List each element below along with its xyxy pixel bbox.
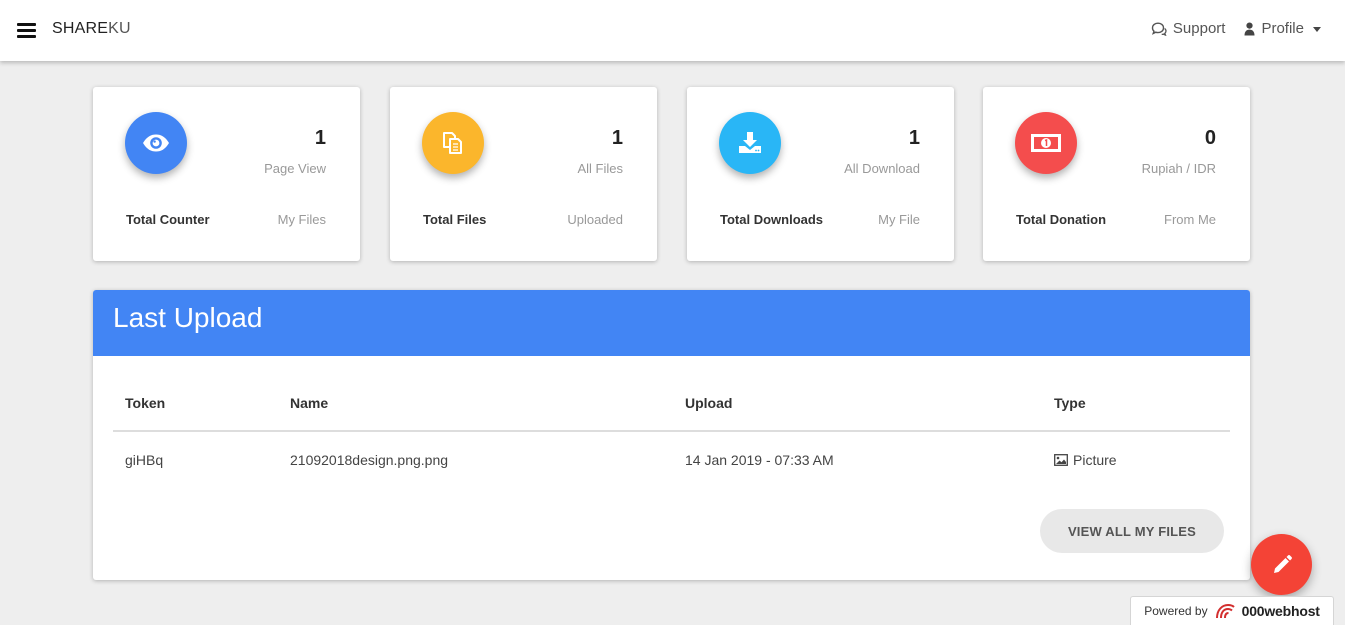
card-value: 1: [611, 127, 623, 149]
card-icon-circle: [125, 112, 187, 174]
top-navbar: SHAREKU Support Profile: [0, 0, 1345, 61]
card-sublabel: All Download: [844, 161, 920, 176]
column-header-upload: Upload: [685, 395, 733, 411]
card-title: Total Files: [423, 212, 487, 227]
cell-name: 21092018design.png.png: [290, 452, 449, 468]
card-note: Uploaded: [567, 212, 623, 227]
chevron-down-icon: [1313, 26, 1321, 32]
support-link[interactable]: Support: [1151, 20, 1226, 37]
host-name: 000webhost: [1241, 603, 1320, 619]
card-sublabel: Rupiah / IDR: [1141, 161, 1216, 176]
support-label: Support: [1172, 20, 1226, 37]
card-sublabel: Page View: [264, 161, 326, 176]
card-note: My File: [878, 212, 920, 227]
card-sublabel: All Files: [577, 161, 623, 176]
view-all-files-button[interactable]: VIEW ALL MY FILES: [1040, 509, 1224, 553]
stat-card-downloads: 1 All Download Total Downloads My File: [687, 87, 954, 261]
stat-card-counter: 1 Page View Total Counter My Files: [93, 87, 360, 261]
brand-part2: KU: [108, 20, 131, 37]
cell-token: giHBq: [125, 452, 164, 468]
powered-by-badge[interactable]: Powered by 000webhost: [1130, 596, 1334, 625]
brand-part1: SHARE: [52, 20, 109, 37]
powered-by-label: Powered by: [1144, 604, 1208, 618]
column-header-token: Token: [125, 395, 166, 411]
user-icon: [1244, 22, 1255, 35]
cell-type: Picture: [1054, 452, 1117, 468]
type-label: Picture: [1073, 452, 1117, 468]
card-note: From Me: [1164, 212, 1216, 227]
column-header-type: Type: [1054, 395, 1086, 411]
files-icon: [443, 132, 462, 154]
brand-logo[interactable]: SHAREKU: [52, 20, 131, 38]
table-row[interactable]: giHBq 21092018design.png.png 14 Jan 2019…: [113, 432, 1230, 479]
image-icon: [1054, 454, 1068, 466]
card-icon-circle: [1015, 112, 1077, 174]
card-value: 1: [314, 127, 326, 149]
chat-icon: [1151, 21, 1167, 36]
money-icon: [1031, 134, 1061, 152]
card-title: Total Downloads: [720, 212, 824, 227]
profile-label: Profile: [1261, 20, 1304, 37]
nav-right: Support Profile: [1151, 20, 1321, 37]
uploads-table: Token Name Upload Type giHBq 21092018des…: [113, 384, 1230, 479]
stat-card-donation: 0 Rupiah / IDR Total Donation From Me: [983, 87, 1250, 261]
card-value: 0: [1204, 127, 1216, 149]
card-icon-circle: [719, 112, 781, 174]
last-upload-panel: Last Upload Token Name Upload Type giHBq…: [93, 290, 1250, 580]
webhost-logo-icon: [1215, 603, 1235, 619]
stat-card-files: 1 All Files Total Files Uploaded: [390, 87, 657, 261]
edit-fab-button[interactable]: [1251, 534, 1312, 595]
card-title: Total Donation: [1016, 212, 1107, 227]
eye-icon: [143, 134, 169, 152]
card-note: My Files: [277, 212, 326, 227]
column-header-name: Name: [290, 395, 329, 411]
cell-upload: 14 Jan 2019 - 07:33 AM: [685, 452, 834, 468]
card-title: Total Counter: [126, 212, 210, 227]
card-icon-circle: [422, 112, 484, 174]
panel-title: Last Upload: [93, 290, 1250, 356]
menu-icon[interactable]: [17, 23, 36, 38]
profile-dropdown[interactable]: Profile: [1244, 20, 1321, 37]
table-header-row: Token Name Upload Type: [113, 384, 1230, 432]
card-value: 1: [908, 127, 920, 149]
pencil-icon: [1273, 554, 1292, 573]
download-icon: [739, 132, 761, 153]
